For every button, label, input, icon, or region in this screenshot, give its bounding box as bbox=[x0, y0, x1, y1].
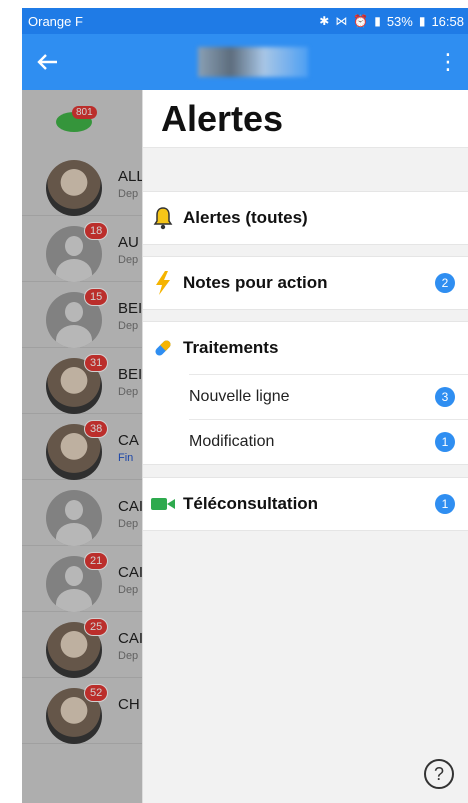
list-item-name: CAI bbox=[118, 630, 142, 647]
list-item-sub: Dep bbox=[118, 584, 139, 596]
blurred-title bbox=[198, 47, 308, 77]
arrow-left-icon bbox=[37, 54, 57, 70]
list-item[interactable]: 18 AU Dep bbox=[22, 216, 142, 282]
pill-icon bbox=[143, 336, 183, 360]
bluetooth-icon: ✱ bbox=[319, 14, 330, 28]
unread-badge: 15 bbox=[84, 288, 109, 306]
chat-icon[interactable]: 801 bbox=[54, 98, 97, 132]
avatar bbox=[46, 160, 102, 216]
unread-badge: 38 bbox=[84, 420, 109, 438]
more-menu-button[interactable]: ⋮ bbox=[428, 49, 468, 75]
alerts-all-section: Alertes (toutes) bbox=[143, 191, 468, 245]
list-item-name: ALL bbox=[118, 168, 142, 185]
traitements-label: Traitements bbox=[183, 338, 279, 357]
alerts-all-label: Alertes (toutes) bbox=[183, 208, 308, 227]
list-item[interactable]: ALL Dep bbox=[22, 150, 142, 216]
vibrate-icon: ⋈ bbox=[335, 14, 348, 28]
app-bar: ⋮ bbox=[22, 34, 468, 90]
unread-badge: 31 bbox=[84, 354, 109, 372]
drawer-title: Alertes bbox=[143, 90, 468, 148]
teleconsultation-item[interactable]: Téléconsultation 1 bbox=[143, 478, 468, 530]
help-button[interactable]: ? bbox=[424, 759, 454, 789]
carrier-label: Orange F bbox=[28, 13, 83, 29]
list-item-sub: Dep bbox=[118, 254, 139, 266]
notes-action-item[interactable]: Notes pour action 2 bbox=[143, 257, 468, 309]
list-item-sub: Dep bbox=[118, 188, 139, 200]
list-item-name: AU bbox=[118, 234, 139, 251]
modification-item[interactable]: Modification 1 bbox=[189, 419, 468, 464]
alerts-drawer: Alertes Alertes (toutes) Notes pour acti… bbox=[142, 90, 468, 803]
help-icon: ? bbox=[433, 763, 444, 784]
list-item-name: BEI bbox=[118, 366, 142, 383]
list-item[interactable]: 52 CH bbox=[22, 678, 142, 744]
notes-action-section: Notes pour action 2 bbox=[143, 256, 468, 310]
conversation-list: 801 ALL Dep 18 AU Dep 15 BEI Dep 31 BEI … bbox=[22, 90, 142, 803]
notes-action-label: Notes pour action bbox=[183, 273, 328, 292]
alerts-all-item[interactable]: Alertes (toutes) bbox=[143, 192, 468, 244]
bell-icon bbox=[143, 206, 183, 230]
list-item-name: CAI bbox=[118, 564, 142, 581]
list-item[interactable]: 21 CAI Dep bbox=[22, 546, 142, 612]
video-camera-icon bbox=[143, 496, 183, 512]
modification-label: Modification bbox=[189, 433, 275, 450]
modification-count-badge: 1 bbox=[435, 432, 455, 452]
list-item-sub: Dep bbox=[118, 518, 139, 530]
status-bar: Orange F ✱ ⋈ ⏰ ▮ 53% ▮ 16:58 bbox=[22, 8, 468, 34]
battery-level: 53% bbox=[386, 13, 413, 29]
traitements-header[interactable]: Traitements bbox=[143, 322, 468, 374]
list-item-sub: Dep bbox=[118, 386, 139, 398]
clock: 16:58 bbox=[431, 13, 464, 29]
list-item-sub: Dep bbox=[118, 320, 139, 332]
more-vert-icon: ⋮ bbox=[437, 49, 459, 74]
unread-badge: 18 bbox=[84, 222, 109, 240]
unread-badge: 21 bbox=[84, 552, 109, 570]
alarm-icon: ⏰ bbox=[353, 14, 369, 28]
list-item-name: BEI bbox=[118, 300, 142, 317]
battery-icon: ▮ bbox=[418, 14, 426, 28]
list-item-name: CA bbox=[118, 432, 139, 449]
teleconsultation-label: Téléconsultation bbox=[183, 494, 319, 513]
list-item[interactable]: 38 CA Fin bbox=[22, 414, 142, 480]
nouvelle-ligne-label: Nouvelle ligne bbox=[189, 388, 290, 405]
unread-badge: 25 bbox=[84, 618, 109, 636]
list-item-name: CH bbox=[118, 696, 140, 713]
chat-count-badge: 801 bbox=[72, 106, 97, 119]
list-item[interactable]: 15 BEI Dep bbox=[22, 282, 142, 348]
nouvelle-ligne-item[interactable]: Nouvelle ligne 3 bbox=[189, 374, 468, 419]
list-item-sub: Fin bbox=[118, 452, 134, 464]
list-item-name: CAI bbox=[118, 498, 142, 515]
nouvelle-ligne-count-badge: 3 bbox=[435, 387, 455, 407]
traitements-section: Traitements Nouvelle ligne 3 Modificatio… bbox=[143, 321, 468, 465]
list-item[interactable]: 31 BEI Dep bbox=[22, 348, 142, 414]
teleconsultation-count-badge: 1 bbox=[435, 494, 455, 514]
lightning-icon bbox=[143, 270, 183, 296]
teleconsultation-section: Téléconsultation 1 bbox=[143, 477, 468, 531]
signal-icon: ▮ bbox=[374, 14, 381, 28]
back-button[interactable] bbox=[22, 34, 72, 90]
list-item[interactable]: 25 CAI Dep bbox=[22, 612, 142, 678]
notes-action-count-badge: 2 bbox=[435, 273, 455, 293]
list-item[interactable]: CAI Dep bbox=[22, 480, 142, 546]
avatar bbox=[46, 490, 102, 546]
unread-badge: 52 bbox=[84, 684, 109, 702]
list-item-sub: Dep bbox=[118, 650, 139, 662]
